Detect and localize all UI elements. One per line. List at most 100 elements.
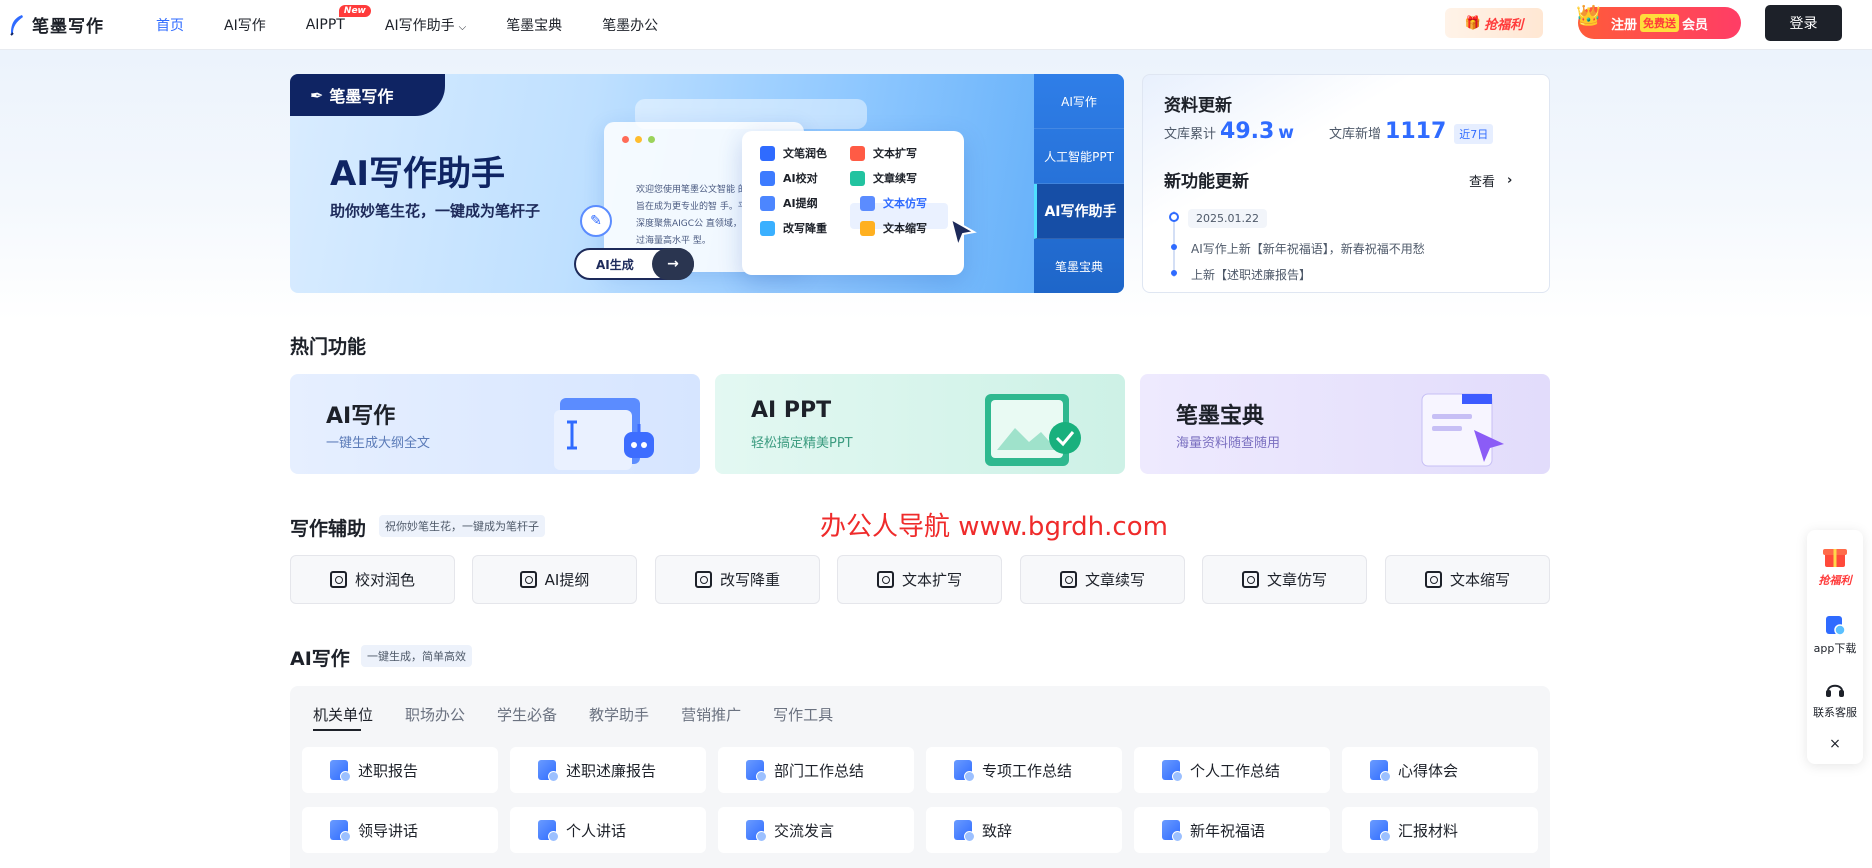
aid-label: 文章续写 bbox=[1084, 571, 1145, 589]
logo-text: 笔墨写作 bbox=[32, 17, 104, 37]
list-item[interactable]: 致辞 bbox=[926, 807, 1122, 853]
gift-icon: 🎁 bbox=[1464, 15, 1482, 31]
user-document-icon bbox=[1162, 760, 1183, 782]
tab-students[interactable]: 学生必备 bbox=[497, 704, 557, 731]
welfare-button[interactable]: 🎁 抢福利 bbox=[1445, 8, 1543, 38]
update-line[interactable]: 上新【述职述廉报告】 bbox=[1191, 266, 1311, 283]
list-item[interactable]: 述职报告 bbox=[302, 747, 498, 793]
main-nav: 首页 AI写作 AIPPT New AI写作助手 ⌵ 笔墨宝典 笔墨办公 bbox=[156, 0, 698, 50]
menu-item: 改写降重 bbox=[760, 220, 827, 236]
list-item[interactable]: 专项工作总结 bbox=[926, 747, 1122, 793]
aid-proofread-button[interactable]: 校对润色 bbox=[290, 555, 455, 604]
user-speech-icon bbox=[538, 820, 559, 842]
timeline-dot bbox=[1169, 212, 1179, 222]
list-item[interactable]: 汇报材料 bbox=[1342, 807, 1538, 853]
chevron-down-icon: ⌵ bbox=[458, 22, 467, 33]
view-link[interactable]: 查看 › bbox=[1469, 171, 1512, 190]
register-label-a: 注册 bbox=[1610, 17, 1637, 33]
register-free-label: 免费送 bbox=[1640, 14, 1679, 32]
banner-tab-ai-ppt[interactable]: 人工智能PPT bbox=[1034, 129, 1124, 184]
ai-generate-button[interactable]: AI生成 → bbox=[574, 248, 694, 280]
pen-icon: ✎ bbox=[580, 205, 612, 237]
float-welfare[interactable]: 抢福利 bbox=[1807, 544, 1863, 588]
update-line[interactable]: AI写作上新【新年祝福语】，新春祝福不用愁 bbox=[1191, 240, 1425, 257]
float-app-download[interactable]: app下载 bbox=[1807, 614, 1863, 656]
banner-subtitle: 助你妙笔生花，一键成为笔杆子 bbox=[330, 202, 541, 220]
register-button[interactable]: 注册 免费送 会员 bbox=[1578, 7, 1741, 39]
chevron-right-icon: › bbox=[1507, 173, 1513, 188]
ai-generate-label: AI生成 bbox=[596, 257, 634, 272]
hot-card-ai-ppt[interactable]: AI PPT 轻松搞定精美PPT bbox=[715, 374, 1125, 474]
hot-card-ai-writing[interactable]: AI写作 一键生成大纲全文 bbox=[290, 374, 700, 474]
list-item[interactable]: 交流发言 bbox=[718, 807, 914, 853]
banner-feature-menu: 文笔润色 文本扩写 AI校对 文章续写 AI提纲 文本仿写 改写降重 文本缩写 bbox=[742, 131, 964, 275]
nav-ai-writing[interactable]: AI写作 bbox=[224, 15, 266, 35]
aid-expand-button[interactable]: 文本扩写 bbox=[837, 555, 1002, 604]
list-item[interactable]: 述职述廉报告 bbox=[510, 747, 706, 793]
float-service-label: 联系客服 bbox=[1813, 706, 1857, 719]
aid-continue-button[interactable]: 文章续写 bbox=[1020, 555, 1185, 604]
banner-side-tabs: AI写作 人工智能PPT AI写作助手 笔墨宝典 bbox=[1034, 74, 1124, 293]
list-item[interactable]: 领导讲话 bbox=[302, 807, 498, 853]
list-item[interactable]: 个人工作总结 bbox=[1134, 747, 1330, 793]
category-tabs: 机关单位 职场办公 学生必备 教学助手 营销推广 写作工具 bbox=[313, 704, 833, 731]
list-item-label: 部门工作总结 bbox=[774, 761, 865, 780]
close-icon[interactable]: × bbox=[1807, 736, 1863, 752]
banner-tab-ai-writing[interactable]: AI写作 bbox=[1034, 74, 1124, 129]
aid-shrink-button[interactable]: 文本缩写 bbox=[1385, 555, 1550, 604]
aid-imitate-button[interactable]: 文章仿写 bbox=[1202, 555, 1367, 604]
nav-baodian[interactable]: 笔墨宝典 bbox=[506, 15, 562, 35]
menu-item-label: 文本仿写 bbox=[883, 197, 927, 210]
list-item[interactable]: 部门工作总结 bbox=[718, 747, 914, 793]
tab-teaching[interactable]: 教学助手 bbox=[589, 704, 649, 731]
nav-aippt[interactable]: AIPPT New bbox=[306, 5, 371, 33]
site-logo[interactable]: 笔墨写作 bbox=[8, 12, 104, 37]
list-item[interactable]: 新年祝福语 bbox=[1134, 807, 1330, 853]
document-icon bbox=[954, 760, 975, 782]
library-total-label: 文库累计 bbox=[1164, 127, 1217, 142]
banner-tab-baodian[interactable]: 笔墨宝典 bbox=[1034, 239, 1124, 293]
update-panel: 资料更新 文库累计 49.3 w 文库新增 1117 近7日 新功能更新 查看 … bbox=[1142, 74, 1550, 293]
document-icon bbox=[538, 760, 559, 782]
list-item-label: 述职述廉报告 bbox=[566, 761, 657, 780]
aid-outline-button[interactable]: AI提纲 bbox=[472, 555, 637, 604]
tab-government[interactable]: 机关单位 bbox=[313, 704, 373, 731]
tab-workplace[interactable]: 职场办公 bbox=[405, 704, 465, 731]
rewrite-icon bbox=[760, 220, 775, 236]
register-label-b: 会员 bbox=[1682, 17, 1709, 33]
hot-card-title: AI PPT bbox=[751, 398, 832, 423]
report-icon bbox=[1370, 820, 1391, 842]
hero-banner[interactable]: ✒ 笔墨写作 AI写作助手 助你妙笔生花，一键成为笔杆子 欢迎您使用笔墨公文智能… bbox=[290, 74, 1124, 293]
nav-office[interactable]: 笔墨办公 bbox=[602, 15, 658, 35]
list-item[interactable]: 心得体会 bbox=[1342, 747, 1538, 793]
hot-card-baodian[interactable]: 笔墨宝典 海量资料随查随用 bbox=[1140, 374, 1550, 474]
tab-marketing[interactable]: 营销推广 bbox=[681, 704, 741, 731]
menu-item-label: 文本缩写 bbox=[883, 222, 927, 235]
ppt-image-icon bbox=[985, 394, 1081, 466]
banner-tab-ai-assistant[interactable]: AI写作助手 bbox=[1034, 184, 1124, 239]
menu-item-label: 文笔润色 bbox=[783, 147, 827, 160]
list-item-label: 新年祝福语 bbox=[1190, 821, 1266, 840]
list-item[interactable]: 个人讲话 bbox=[510, 807, 706, 853]
nav-ai-assistant-label: AI写作助手 bbox=[384, 18, 455, 34]
hot-card-sub: 轻松搞定精美PPT bbox=[751, 436, 853, 451]
document-icon bbox=[330, 760, 351, 782]
tab-tools[interactable]: 写作工具 bbox=[773, 704, 833, 731]
view-label: 查看 bbox=[1469, 175, 1496, 190]
hot-card-sub: 海量资料随查随用 bbox=[1176, 436, 1281, 451]
right-float-bar: 抢福利 app下载 联系客服 × bbox=[1807, 530, 1863, 764]
library-new-value: 1117 bbox=[1385, 119, 1447, 144]
nav-ai-assistant[interactable]: AI写作助手 ⌵ bbox=[385, 15, 466, 35]
feather-logo-icon bbox=[10, 14, 23, 36]
nav-home[interactable]: 首页 bbox=[156, 15, 184, 35]
hot-section-title: 热门功能 bbox=[290, 336, 367, 358]
menu-item-label: AI提纲 bbox=[783, 197, 818, 210]
gift-box-icon bbox=[1823, 549, 1847, 567]
arrow-right-icon: → bbox=[652, 248, 694, 280]
list-item-label: 交流发言 bbox=[774, 821, 835, 840]
aid-rewrite-button[interactable]: 改写降重 bbox=[655, 555, 820, 604]
float-app-label: app下载 bbox=[1813, 642, 1857, 655]
shrink-icon bbox=[1424, 571, 1442, 588]
float-service[interactable]: 联系客服 bbox=[1807, 678, 1863, 720]
login-button[interactable]: 登录 bbox=[1765, 5, 1842, 41]
